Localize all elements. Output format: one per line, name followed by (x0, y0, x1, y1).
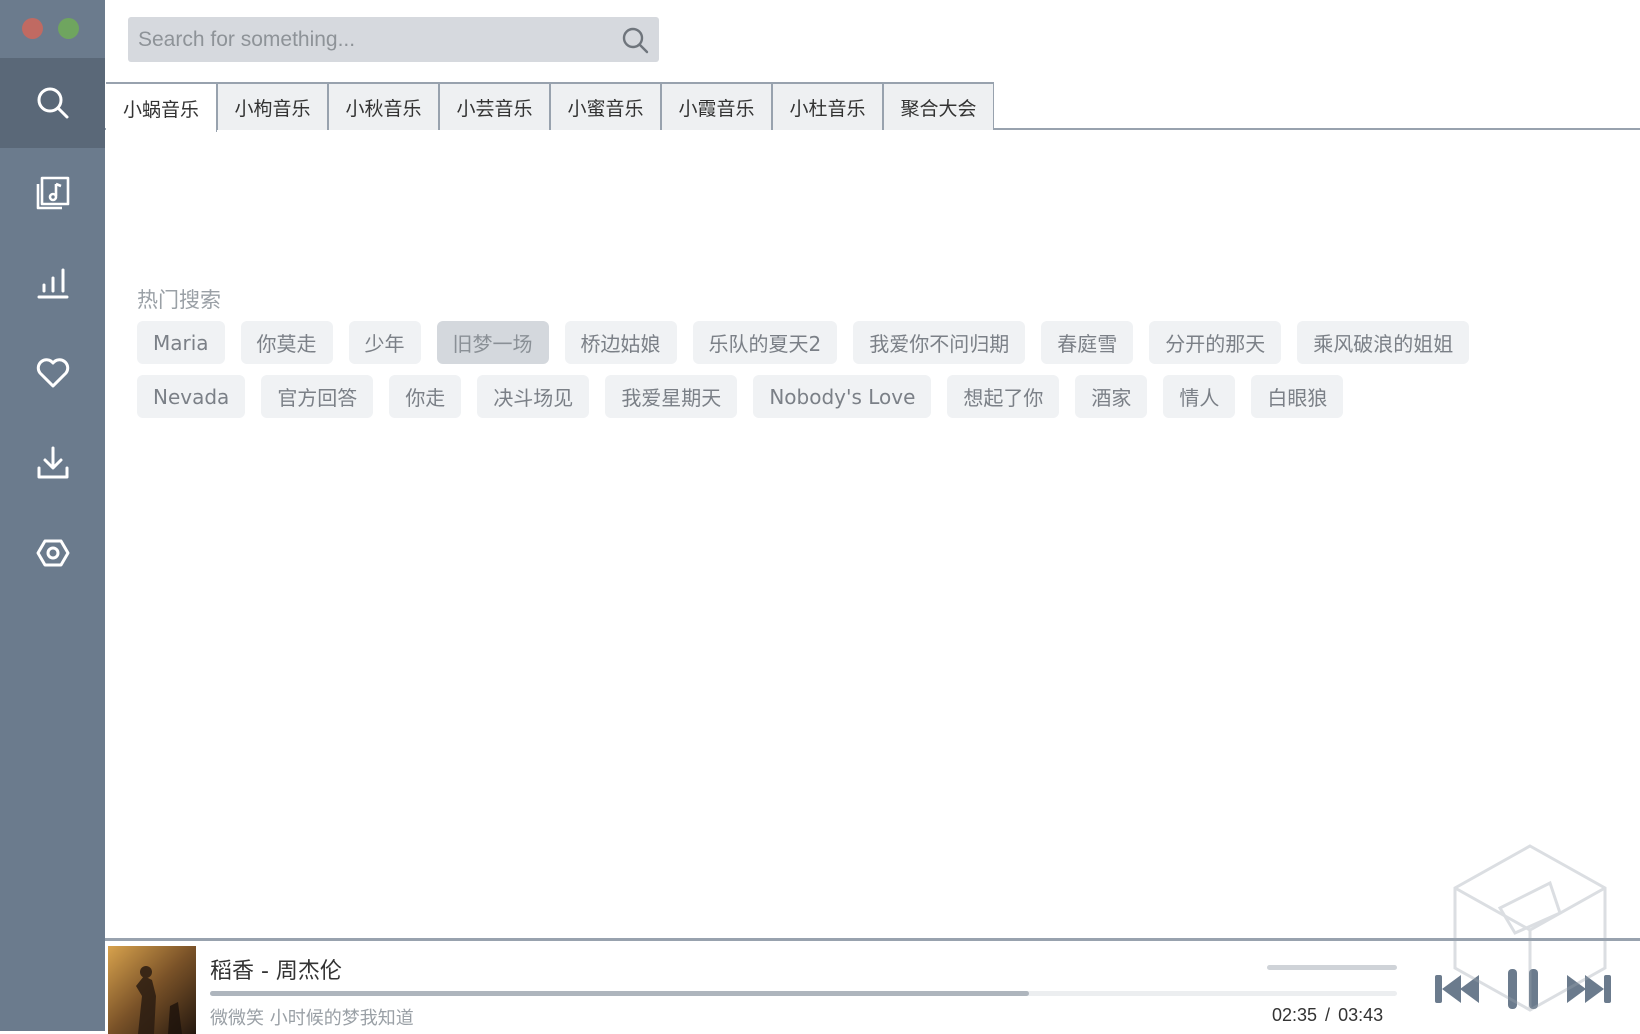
tab-aggregate[interactable]: 聚合大会 (883, 82, 994, 130)
tab-source-5[interactable]: 小蜜音乐 (550, 82, 661, 130)
hot-search-tag[interactable]: 少年 (348, 321, 421, 364)
next-button[interactable] (1565, 971, 1613, 1007)
source-tabs: 小蜗音乐 小枸音乐 小秋音乐 小芸音乐 小蜜音乐 小霞音乐 小杜音乐 聚合大会 (105, 82, 1640, 132)
hot-search-tag[interactable]: 桥边姑娘 (564, 321, 677, 364)
hot-search-tag[interactable]: Maria (137, 321, 225, 364)
hot-search-tag[interactable]: 想起了你 (947, 375, 1060, 418)
hot-search-tag[interactable]: 我爱星期天 (605, 375, 738, 418)
hot-search-tag[interactable]: 官方回答 (261, 375, 374, 418)
song-title: 稻香 - 周杰伦 (210, 959, 342, 984)
close-window-button[interactable] (22, 18, 43, 39)
time-separator: / (1325, 1005, 1331, 1025)
hot-search-row-2: Nevada 官方回答 你走 决斗场见 我爱星期天 Nobody's Love … (137, 375, 1344, 418)
download-icon (37, 446, 68, 479)
hot-search-title: 热门搜索 (137, 288, 221, 312)
current-time: 02:35 (1272, 1005, 1318, 1025)
tab-source-4[interactable]: 小芸音乐 (439, 82, 550, 130)
sidebar-item-downloads[interactable] (0, 418, 105, 508)
hot-search-tag[interactable]: 情人 (1163, 375, 1236, 418)
progress-bar[interactable] (210, 991, 1397, 996)
hot-search-tag[interactable]: 白眼狼 (1251, 375, 1344, 418)
search-icon (37, 87, 68, 119)
hot-search-tag[interactable]: 你走 (389, 375, 462, 418)
hot-search-tag-selected[interactable]: 旧梦一场 (436, 321, 549, 364)
hot-search-tag[interactable]: 乘风破浪的姐姐 (1297, 321, 1470, 364)
play-pause-button[interactable] (1500, 967, 1546, 1011)
search-button[interactable] (611, 17, 659, 62)
previous-button[interactable] (1433, 971, 1481, 1007)
sidebar-item-charts[interactable] (0, 238, 105, 328)
hot-search-tag[interactable]: 酒家 (1075, 375, 1148, 418)
window-controls (22, 18, 79, 39)
total-time: 03:43 (1338, 1005, 1384, 1025)
settings-icon (36, 539, 69, 567)
maximize-window-button[interactable] (58, 18, 79, 39)
tab-source-6[interactable]: 小霞音乐 (661, 82, 772, 130)
tab-source-3[interactable]: 小秋音乐 (328, 82, 439, 130)
player-bar: 稻香 - 周杰伦 微微笑 小时候的梦我知道 02:35 / 03:43 (105, 938, 1640, 1034)
skip-previous-icon (1435, 975, 1479, 1003)
tab-source-7[interactable]: 小杜音乐 (772, 82, 883, 130)
search-input[interactable] (128, 17, 611, 62)
hot-search-tag[interactable]: 分开的那天 (1149, 321, 1282, 364)
album-cover[interactable] (108, 946, 196, 1034)
current-lyric: 微微笑 小时候的梦我知道 (210, 1008, 414, 1029)
pause-icon (1508, 969, 1538, 1009)
sidebar-item-search[interactable] (0, 58, 105, 148)
search-bar (128, 17, 659, 62)
hot-search-tag[interactable]: Nevada (137, 375, 246, 418)
hot-search-tag[interactable]: 你莫走 (240, 321, 333, 364)
hot-search-tag[interactable]: 我爱你不问归期 (853, 321, 1026, 364)
hot-search-tag[interactable]: Nobody's Love (753, 375, 932, 418)
sidebar-item-playlist[interactable] (0, 148, 105, 238)
sidebar-item-favorites[interactable] (0, 328, 105, 418)
playback-time: 02:35 / 03:43 (1272, 1005, 1383, 1026)
hot-search-tag[interactable]: 决斗场见 (477, 375, 590, 418)
volume-slider[interactable] (1267, 965, 1397, 970)
search-icon (622, 27, 649, 53)
album-art-image (108, 946, 196, 1034)
tab-source-1[interactable]: 小蜗音乐 (106, 82, 217, 132)
sidebar (0, 0, 105, 1031)
chart-bars-icon (37, 268, 68, 299)
heart-icon (36, 358, 69, 388)
progress-fill (210, 991, 1030, 996)
hot-search-row-1: Maria 你莫走 少年 旧梦一场 桥边姑娘 乐队的夏天2 我爱你不问归期 春庭… (137, 321, 1470, 364)
sidebar-item-settings[interactable] (0, 508, 105, 598)
skip-next-icon (1567, 975, 1611, 1003)
tab-source-2[interactable]: 小枸音乐 (217, 82, 328, 130)
hot-search-tag[interactable]: 春庭雪 (1041, 321, 1134, 364)
music-playlist-icon (36, 176, 69, 210)
hot-search-tag[interactable]: 乐队的夏天2 (692, 321, 838, 364)
